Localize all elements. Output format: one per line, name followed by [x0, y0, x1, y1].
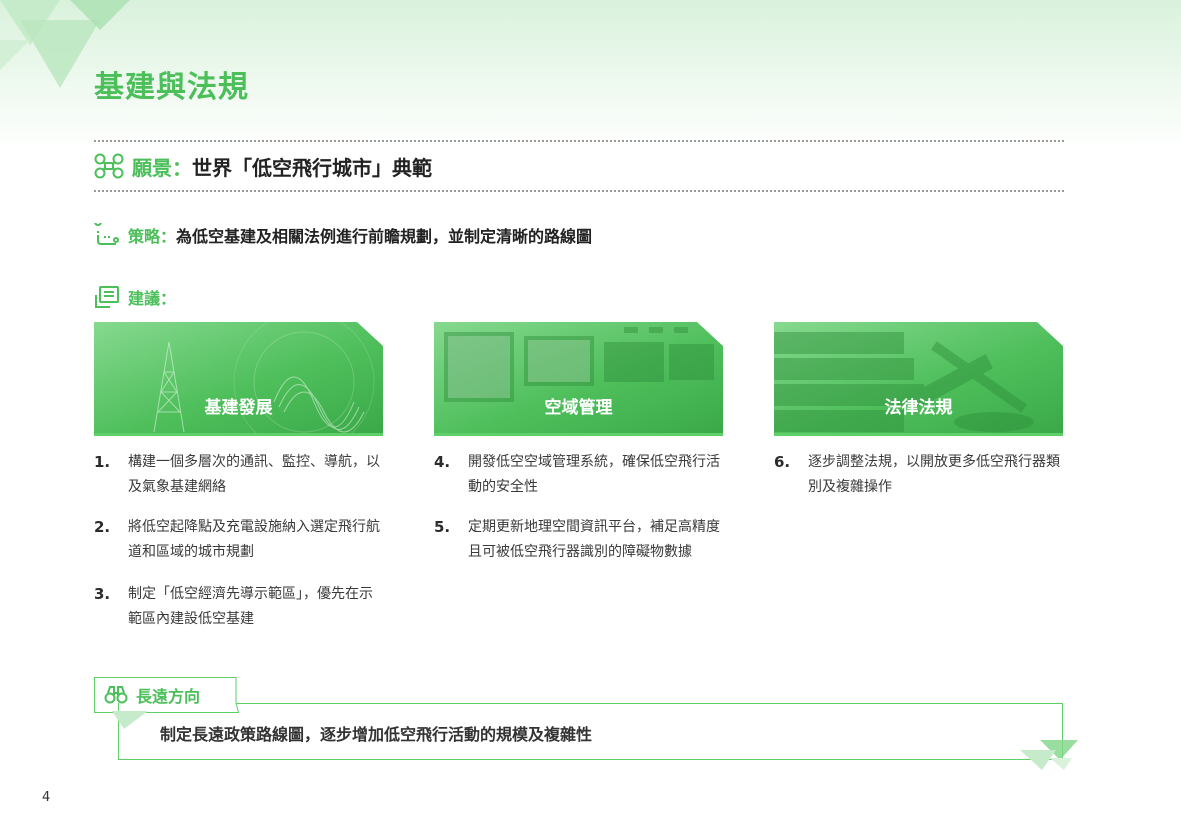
vision-text: 世界「低空飛行城市」典範 — [192, 155, 432, 180]
item-text: 將低空起降點及充電設施納入選定飛行航道和區域的城市規劃 — [128, 519, 380, 560]
document-list-icon — [95, 286, 119, 308]
card-airspace: 空域管理 — [434, 322, 723, 436]
divider-top — [94, 140, 1064, 142]
telecom-tower-image — [153, 322, 375, 436]
list-item: 6. 逐步調整法規，以開放更多低空飛行器類別及複雜操作 — [774, 450, 1064, 500]
strategy-text: 為低空基建及相關法例進行前瞻規劃，並制定清晰的路線圖 — [176, 227, 593, 246]
item-text: 逐步調整法規，以開放更多低空飛行器類別及複雜操作 — [808, 454, 1060, 495]
decorative-triangles-bottom — [1020, 740, 1078, 770]
binoculars-icon — [104, 686, 128, 704]
page-title: 基建與法規 — [94, 70, 249, 105]
item-number: 5. — [434, 518, 451, 536]
item-number: 4. — [434, 453, 451, 471]
advice-row: 建議： — [94, 284, 176, 310]
card-title: 基建發展 — [204, 398, 273, 418]
list-item: 5. 定期更新地理空間資訊平台，補足高精度且可被低空飛行器識別的障礙物數據 — [434, 515, 724, 565]
route-icon — [94, 223, 119, 245]
control-room-image — [444, 327, 714, 402]
list-item: 2. 將低空起降點及充電設施納入選定飛行航道和區域的城市規劃 — [94, 515, 384, 565]
card-legal: 法律法規 — [774, 322, 1063, 436]
item-number: 1. — [94, 453, 111, 471]
card-title: 法律法規 — [884, 398, 953, 418]
decorative-triangle-tab — [112, 711, 148, 729]
card-infrastructure: 基建發展 — [94, 322, 383, 436]
list-item: 3. 制定「低空經濟先導示範區」，優先在示範區內建設低空基建 — [94, 582, 384, 632]
page-number: 4 — [42, 790, 51, 805]
long-term-label: 長遠方向 — [136, 687, 201, 706]
long-term-text: 制定長遠政策路線圖，逐步增加低空飛行活動的規模及複雜性 — [160, 725, 593, 744]
item-number: 6. — [774, 453, 791, 471]
item-text: 定期更新地理空間資訊平台，補足高精度且可被低空飛行器識別的障礙物數據 — [468, 519, 720, 560]
vision-row: 願景： 世界「低空飛行城市」典範 — [94, 150, 432, 182]
gavel-books-image — [774, 332, 1034, 432]
item-text: 構建一個多層次的通訊、監控、導航，以及氣象基建網絡 — [128, 454, 380, 495]
strategy-label: 策略： — [128, 227, 177, 246]
item-text: 制定「低空經濟先導示範區」，優先在示範區內建設低空基建 — [128, 586, 373, 627]
item-number: 2. — [94, 518, 111, 536]
item-number: 3. — [94, 585, 111, 603]
list-item: 4. 開發低空空域管理系統，確保低空飛行活動的安全性 — [434, 450, 724, 500]
item-text: 開發低空空域管理系統，確保低空飛行活動的安全性 — [468, 454, 720, 495]
strategy-row: 策略： 為低空基建及相關法例進行前瞻規劃，並制定清晰的路線圖 — [94, 222, 592, 248]
drone-icon — [94, 153, 124, 179]
divider-bottom — [94, 190, 1064, 192]
long-term-heading: 長遠方向 — [104, 682, 200, 708]
list-item: 1. 構建一個多層次的通訊、監控、導航，以及氣象基建網絡 — [94, 450, 384, 500]
advice-label: 建議： — [128, 289, 177, 308]
card-title: 空域管理 — [544, 398, 613, 418]
vision-label: 願景： — [132, 155, 192, 180]
